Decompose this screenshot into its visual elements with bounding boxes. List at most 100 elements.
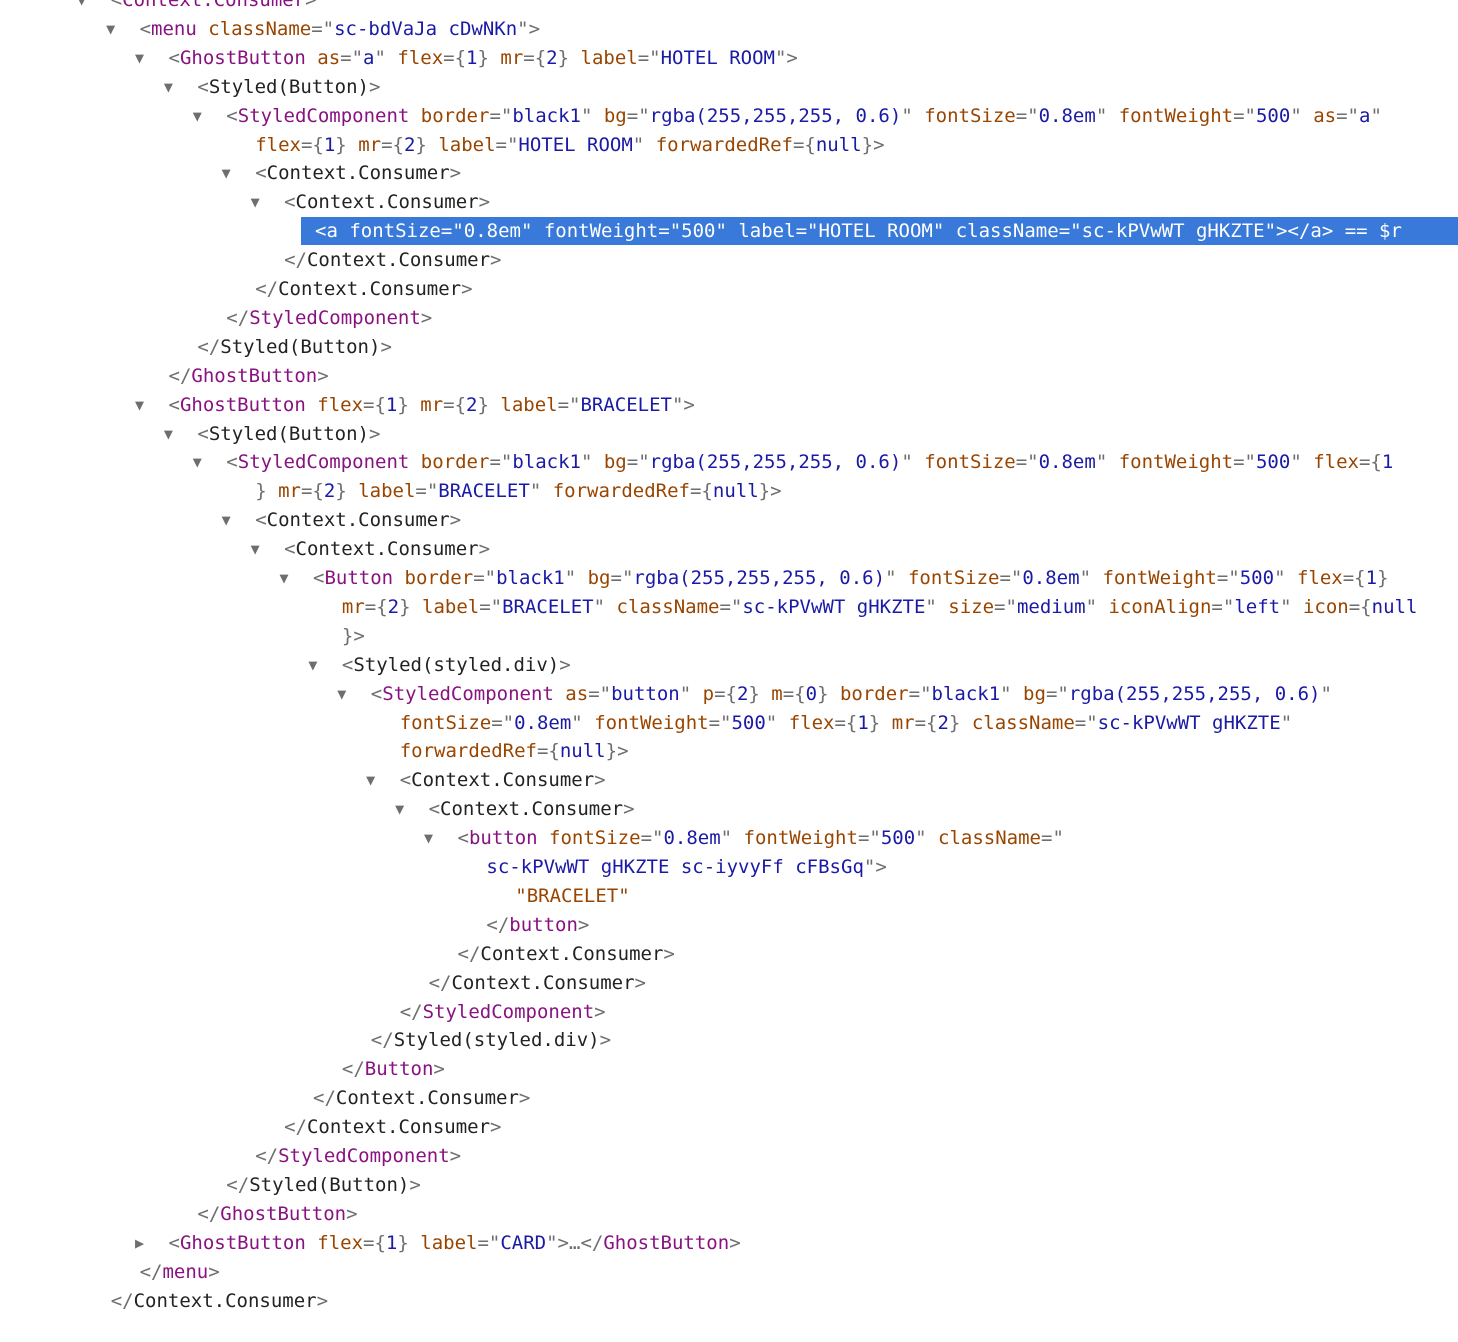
tree-row[interactable]: flex={1} mr={2} label="HOTEL ROOM" forwa… xyxy=(0,131,1458,159)
token: " xyxy=(632,133,656,156)
collapse-triangle-right-icon[interactable]: ▶ xyxy=(133,1229,147,1257)
token: } xyxy=(477,393,501,416)
token: =" xyxy=(857,827,881,850)
token: ={ xyxy=(689,480,713,503)
tree-row[interactable]: </Context.Consumer> xyxy=(0,1084,1458,1112)
token: ={ xyxy=(1342,567,1366,589)
token: button xyxy=(509,913,578,936)
tree-row[interactable]: ▼ <Context.Consumer> xyxy=(0,188,1458,216)
expand-triangle-down-icon[interactable]: ▼ xyxy=(364,766,378,794)
tree-row[interactable]: </GhostButton> xyxy=(0,362,1458,390)
tree-row[interactable]: </Context.Consumer> xyxy=(0,275,1458,303)
token: " xyxy=(1095,104,1119,127)
token: ={ xyxy=(714,682,737,705)
tree-row[interactable]: "BRACELET" xyxy=(0,882,1458,910)
tree-row[interactable]: fontSize="0.8em" fontWeight="500" flex={… xyxy=(0,709,1458,737)
token: medium xyxy=(1016,595,1086,618)
tree-row[interactable]: </StyledComponent> xyxy=(0,998,1458,1026)
tree-row[interactable]: </Styled(Button)> xyxy=(0,333,1458,361)
tree-row[interactable]: </GhostButton> xyxy=(0,1200,1458,1228)
token: black1 xyxy=(931,682,1001,705)
token: < xyxy=(428,798,441,821)
expand-triangle-down-icon[interactable]: ▼ xyxy=(161,420,175,448)
tree-row[interactable]: </Button> xyxy=(0,1055,1458,1083)
expand-triangle-down-icon[interactable]: ▼ xyxy=(277,564,291,592)
expand-triangle-down-icon[interactable]: ▼ xyxy=(306,651,320,679)
tree-row[interactable]: </menu> xyxy=(0,1258,1458,1286)
token: } xyxy=(397,1231,421,1254)
tree-row[interactable]: } mr={2} label="BRACELET" forwardedRef={… xyxy=(0,477,1458,505)
expand-triangle-down-icon[interactable]: ▼ xyxy=(248,188,262,216)
expand-triangle-down-icon[interactable]: ▼ xyxy=(393,795,407,823)
tree-row[interactable]: ▼ <StyledComponent as="button" p={2} m={0… xyxy=(0,680,1458,708)
token: Context.Consumer xyxy=(122,0,306,11)
tree-row[interactable]: ▼ <StyledComponent border="black1" bg="rg… xyxy=(0,448,1458,476)
token: button xyxy=(611,682,680,705)
token: > xyxy=(577,913,590,936)
token: GhostButton xyxy=(179,1231,306,1254)
tree-row[interactable]: ▼ <Context.Consumer> xyxy=(0,0,1458,14)
tree-row[interactable]: </Context.Consumer> xyxy=(0,940,1458,968)
tree-row[interactable]: </Styled(styled.div)> xyxy=(0,1026,1458,1054)
tree-row-code: </GhostButton> xyxy=(197,1200,357,1228)
tree-row[interactable]: ▼ <GhostButton as="a" flex={1} mr={2} lab… xyxy=(0,44,1458,72)
token: className xyxy=(208,17,312,40)
tree-row[interactable]: ▼ <Styled(styled.div)> xyxy=(0,651,1458,679)
tree-row[interactable]: </StyledComponent> xyxy=(0,1142,1458,1170)
token: 0.8em xyxy=(1022,567,1080,589)
expand-triangle-down-icon[interactable]: ▼ xyxy=(335,680,349,708)
tree-row[interactable]: mr={2} label="BRACELET" className="sc-kP… xyxy=(0,593,1458,621)
tree-row[interactable]: </Context.Consumer> xyxy=(0,969,1458,997)
tree-row[interactable]: </Context.Consumer> xyxy=(0,1113,1458,1141)
tree-row[interactable]: ▼ <StyledComponent border="black1" bg="rg… xyxy=(0,102,1458,130)
expand-triangle-down-icon[interactable]: ▼ xyxy=(422,824,436,852)
token: Context.Consumer xyxy=(295,538,479,561)
token: border xyxy=(420,451,490,474)
tree-row[interactable]: ▼ <Styled(Button)> xyxy=(0,420,1458,448)
tree-row[interactable]: ▶ <GhostButton flex={1} label="CARD">…</G… xyxy=(0,1229,1458,1257)
token: < xyxy=(168,1231,180,1254)
tree-row[interactable]: ▼ <GhostButton flex={1} mr={2} label="BRA… xyxy=(0,391,1458,419)
token: className xyxy=(938,827,1041,850)
expand-triangle-down-icon[interactable]: ▼ xyxy=(133,391,147,419)
tree-row-code: </Context.Consumer> xyxy=(284,246,501,274)
tree-row[interactable]: ▼ <Context.Consumer> xyxy=(0,795,1458,823)
tree-row[interactable]: ▼ <Button border="black1" bg="rgba(255,25… xyxy=(0,564,1458,592)
tree-row[interactable]: </StyledComponent> xyxy=(0,304,1458,332)
token: =" xyxy=(1015,104,1039,127)
expand-triangle-down-icon[interactable]: ▼ xyxy=(190,102,204,130)
tree-row[interactable]: ▼ <Context.Consumer> xyxy=(0,506,1458,534)
tree-row[interactable]: </Context.Consumer> xyxy=(0,1287,1458,1315)
tree-row[interactable]: forwardedRef={null}> xyxy=(0,737,1458,765)
token: > xyxy=(490,1116,502,1139)
tree-row[interactable]: ▼ <Context.Consumer> xyxy=(0,159,1458,187)
expand-triangle-down-icon[interactable]: ▼ xyxy=(133,44,147,72)
token: className xyxy=(971,711,1075,734)
tree-row[interactable]: </Context.Consumer> xyxy=(0,246,1458,274)
token: 1 xyxy=(323,133,336,156)
token: flex xyxy=(1313,451,1359,474)
tree-row[interactable]: }> xyxy=(0,622,1458,650)
expand-triangle-down-icon[interactable]: ▼ xyxy=(190,448,204,476)
tree-row[interactable]: </button> xyxy=(0,911,1458,939)
token: </ xyxy=(110,1289,134,1312)
tree-row[interactable]: sc-kPVwWT gHKZTE sc-iyvyFf cFBsGq"> xyxy=(0,853,1458,881)
token: null xyxy=(712,480,759,503)
expand-triangle-down-icon[interactable]: ▼ xyxy=(219,159,233,187)
expand-triangle-down-icon[interactable]: ▼ xyxy=(161,73,175,101)
tree-row-selected[interactable]: <a fontSize="0.8em" fontWeight="500" lab… xyxy=(301,217,1458,246)
tree-row[interactable]: </Styled(Button)> xyxy=(0,1171,1458,1199)
expand-triangle-down-icon[interactable]: ▼ xyxy=(75,0,89,14)
tree-row[interactable]: ▼ <menu className="sc-bdVaJa cDwNKn"> xyxy=(0,15,1458,43)
tree-row[interactable]: ▼ <button fontSize="0.8em" fontWeight="50… xyxy=(0,824,1458,852)
tree-row[interactable]: ▼ <Styled(Button)> xyxy=(0,73,1458,101)
expand-triangle-down-icon[interactable]: ▼ xyxy=(219,506,233,534)
expand-triangle-down-icon[interactable]: ▼ xyxy=(248,535,262,563)
token: > xyxy=(729,1231,741,1254)
tree-row-code: }> xyxy=(342,622,365,650)
tree-row[interactable]: ▼ <Context.Consumer> xyxy=(0,535,1458,563)
tree-row[interactable]: ▼ <Context.Consumer> xyxy=(0,766,1458,794)
expand-triangle-down-icon[interactable]: ▼ xyxy=(104,15,118,43)
token: } xyxy=(255,480,279,503)
